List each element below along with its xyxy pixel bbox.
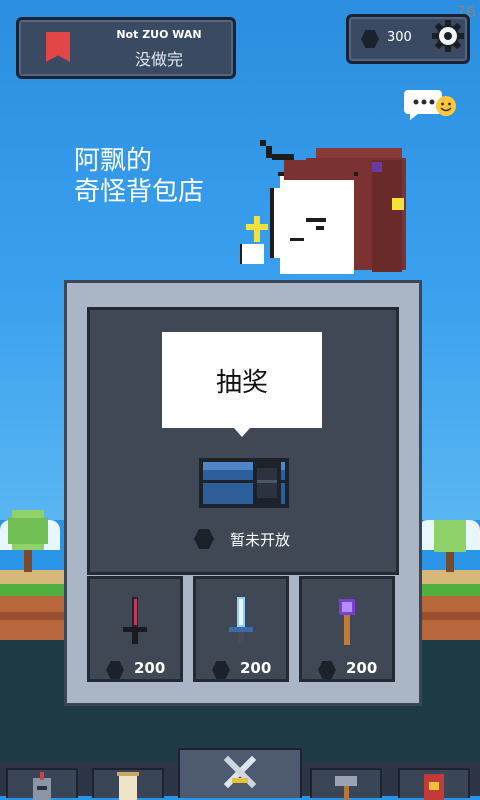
shop-title-line2: 奇怪背包店 <box>74 177 205 207</box>
speech-bubble-tail <box>234 428 250 437</box>
ghost-shopkeeper <box>240 140 406 274</box>
bookmark-icon <box>46 32 70 62</box>
tab-codex[interactable] <box>398 768 470 800</box>
item-price-value: 200 <box>134 659 166 677</box>
chat-bubble-smile-icon[interactable] <box>404 86 458 122</box>
quest-status: 没做完 <box>134 50 183 69</box>
hexagon-gem-icon <box>361 30 379 48</box>
lottery-speech-bubble: 抽奖 <box>162 332 322 437</box>
hexagon-gem-icon <box>318 661 336 679</box>
hexagon-gem-icon <box>106 661 124 679</box>
currency-amount: 300 <box>387 30 412 45</box>
shop-title-line1: 阿飘的 <box>74 146 153 176</box>
shop-item-slot[interactable]: 200 <box>193 576 289 682</box>
shop-item-slot[interactable]: 200 <box>299 576 395 682</box>
item-price-value: 200 <box>346 659 378 677</box>
quest-panel[interactable]: Not ZUO WAN 没做完 <box>16 17 236 79</box>
hexagon-gem-icon <box>194 529 214 549</box>
tab-equipment[interactable] <box>6 768 78 800</box>
purple-staff-icon <box>339 599 355 645</box>
tab-forge[interactable] <box>310 768 382 800</box>
hexagon-gem-icon <box>212 661 230 679</box>
item-price-value: 200 <box>240 659 272 677</box>
lottery-label: 抽奖 <box>215 368 268 398</box>
lottery-status-text: 暂未开放 <box>230 531 291 549</box>
crossed-swords-icon <box>223 755 257 789</box>
tree <box>430 520 470 576</box>
tab-quests[interactable] <box>92 768 164 800</box>
shop-item-slot[interactable]: 200 <box>87 576 183 682</box>
shop-panel: 抽奖 暂未开放 200 200 200 <box>64 280 422 706</box>
quest-title: Not ZUO WAN <box>116 28 202 41</box>
tab-battle[interactable] <box>178 748 302 798</box>
treasure-chest-icon[interactable] <box>199 458 289 508</box>
shop-title: 阿飘的 奇怪背包店 <box>74 146 204 208</box>
lottery-area[interactable]: 抽奖 暂未开放 <box>87 307 399 575</box>
ice-sword-icon <box>229 597 253 644</box>
tree <box>8 510 48 576</box>
dark-dagger-icon <box>123 597 147 644</box>
gear-icon[interactable] <box>432 20 464 52</box>
